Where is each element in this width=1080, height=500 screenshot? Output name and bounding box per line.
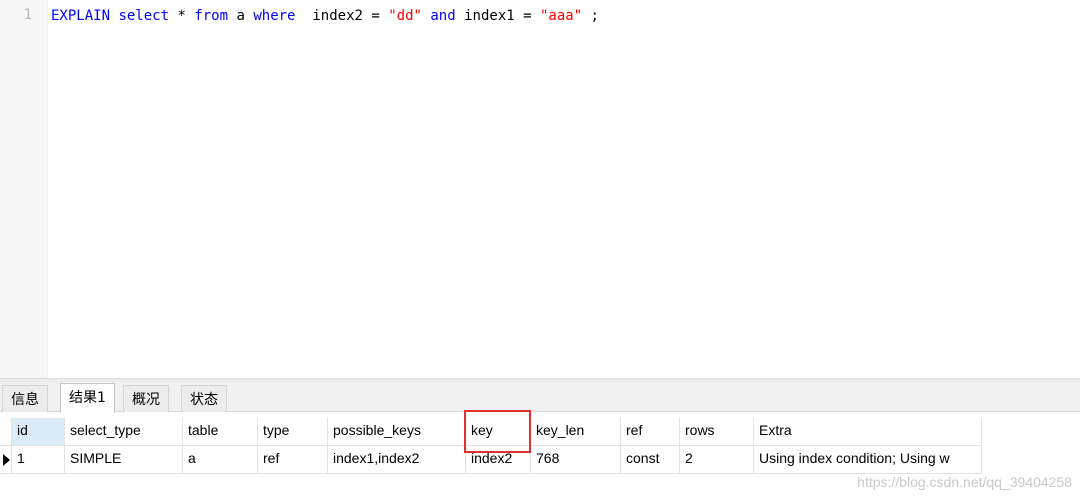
sql-editor[interactable]: 1 EXPLAIN select * from a where index2 =…: [0, 0, 1080, 380]
sql-token-kw: EXPLAIN: [51, 8, 111, 24]
sql-token-kw: where: [253, 8, 296, 24]
column-header-type[interactable]: type: [258, 418, 328, 446]
code-line[interactable]: EXPLAIN select * from a where index2 = "…: [51, 7, 599, 25]
result-tabs: 信息 结果1 概况 状态: [0, 382, 1080, 413]
current-row-arrow-icon: [3, 454, 10, 466]
column-header-extra[interactable]: Extra: [754, 418, 982, 446]
column-header-table[interactable]: table: [183, 418, 258, 446]
cell-id[interactable]: 1: [12, 446, 65, 474]
watermark: https://blog.csdn.net/qq_39404258: [857, 474, 1072, 490]
sql-token-plain: ;: [582, 8, 599, 24]
sql-token-str: "dd": [388, 8, 422, 24]
cell-possible-keys[interactable]: index1,index2: [328, 446, 466, 474]
tab-result1[interactable]: 结果1: [60, 383, 115, 413]
column-header-possible-keys[interactable]: possible_keys: [328, 418, 466, 446]
header-indicator: [0, 418, 12, 446]
tab-status[interactable]: 状态: [181, 385, 227, 412]
cell-extra[interactable]: Using index condition; Using w: [754, 446, 982, 474]
cell-rows[interactable]: 2: [680, 446, 754, 474]
cell-select-type[interactable]: SIMPLE: [65, 446, 183, 474]
sql-token-str: "aaa": [539, 8, 583, 24]
tab-overview[interactable]: 概况: [123, 385, 169, 412]
sql-token-kw: select: [118, 8, 170, 24]
sql-token-plain: index1 =: [455, 8, 540, 24]
column-header-id[interactable]: id: [12, 418, 65, 446]
sql-token-kw: and: [430, 8, 456, 24]
column-header-rows[interactable]: rows: [680, 418, 754, 446]
column-header-key-len[interactable]: key_len: [531, 418, 621, 446]
cell-key-len[interactable]: 768: [531, 446, 621, 474]
cell-table[interactable]: a: [183, 446, 258, 474]
cell-ref[interactable]: const: [621, 446, 680, 474]
sql-token-plain: index2 =: [295, 8, 389, 24]
line-number: 1: [23, 7, 32, 23]
row-indicator: [0, 446, 12, 474]
column-header-select-type[interactable]: select_type: [65, 418, 183, 446]
key-column-highlight: [464, 410, 531, 453]
sql-token-kw: from: [194, 8, 229, 24]
cell-type[interactable]: ref: [258, 446, 328, 474]
tab-info[interactable]: 信息: [2, 385, 48, 412]
line-number-gutter: 1: [0, 0, 48, 380]
sql-token-plain: a: [228, 8, 254, 24]
sql-token-plain: *: [169, 8, 195, 24]
column-header-ref[interactable]: ref: [621, 418, 680, 446]
